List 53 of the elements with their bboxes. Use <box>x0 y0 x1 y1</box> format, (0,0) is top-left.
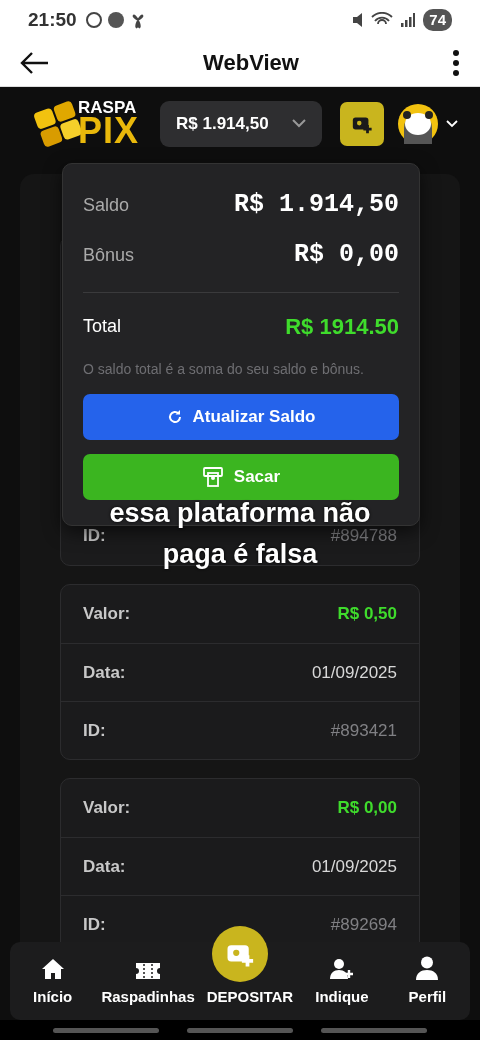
field-label: Data: <box>83 661 126 684</box>
balance-label: Saldo <box>83 193 130 217</box>
signal-icon <box>401 13 416 27</box>
refresh-button[interactable]: Atualizar Saldo <box>83 394 399 440</box>
field-label: ID: <box>83 719 106 742</box>
home-icon <box>40 957 65 980</box>
total-value: R$ 1914.50 <box>285 312 399 341</box>
field-value: #894788 <box>330 525 397 548</box>
ticket-icon <box>135 961 162 980</box>
chevron-icon <box>292 119 306 128</box>
nav-item[interactable]: Perfil <box>384 942 470 1020</box>
window-title: WebView <box>202 49 300 77</box>
nav-item[interactable]: Início <box>10 942 96 1020</box>
balance-value: R$ 0,00 <box>293 239 399 272</box>
caption-text: paga é falsa <box>162 540 318 569</box>
field-label: Valor: <box>83 797 131 820</box>
mute-icon <box>353 12 364 28</box>
battery-indicator: 74 <box>423 8 452 32</box>
field-value: 01/09/2025 <box>311 855 397 878</box>
atm-icon <box>201 466 224 488</box>
field-label: Data: <box>83 855 126 878</box>
profile-menu-button[interactable] <box>398 103 458 144</box>
field-value: 01/09/2025 <box>311 661 397 684</box>
caption-text: essa plataforma não <box>109 499 371 528</box>
balance-label: Bônus <box>83 243 135 267</box>
gesture-handle[interactable] <box>187 1027 293 1033</box>
nav-item[interactable]: Indique <box>299 942 385 1020</box>
balance-note: O saldo total é a soma do seu saldo e bônus. <box>83 360 365 379</box>
field-label: ID: <box>83 913 106 936</box>
avatar-icon <box>398 103 438 144</box>
back-button[interactable] <box>20 50 50 76</box>
logo-text: RASPA <box>78 99 138 115</box>
total-label: Total <box>83 314 122 338</box>
chevron-icon <box>446 119 458 128</box>
add-user-icon <box>329 957 354 980</box>
field-value: R$ 0,00 <box>337 797 397 820</box>
field-value: #893421 <box>330 719 397 742</box>
nav-item[interactable]: Raspadinhas <box>95 942 201 1020</box>
more-button[interactable] <box>452 49 460 77</box>
status-time: 21:50 <box>28 7 77 32</box>
field-label: Valor: <box>83 603 131 626</box>
balance-value: R$ 1.914,50 <box>233 189 399 222</box>
nav-item[interactable]: DEPOSITAR <box>200 983 300 1020</box>
gesture-handle[interactable] <box>53 1027 159 1033</box>
gesture-handle[interactable] <box>321 1027 427 1033</box>
refresh-icon <box>166 409 183 425</box>
field-value: #892694 <box>330 913 397 936</box>
field-label: ID: <box>83 525 106 548</box>
logo-text: PIX <box>78 114 140 148</box>
balance-dropdown-button[interactable]: R$ 1.914,50 <box>160 100 322 147</box>
user-icon <box>415 955 440 980</box>
field-value: R$ 0,50 <box>337 603 397 626</box>
deposit-button[interactable] <box>340 101 384 146</box>
